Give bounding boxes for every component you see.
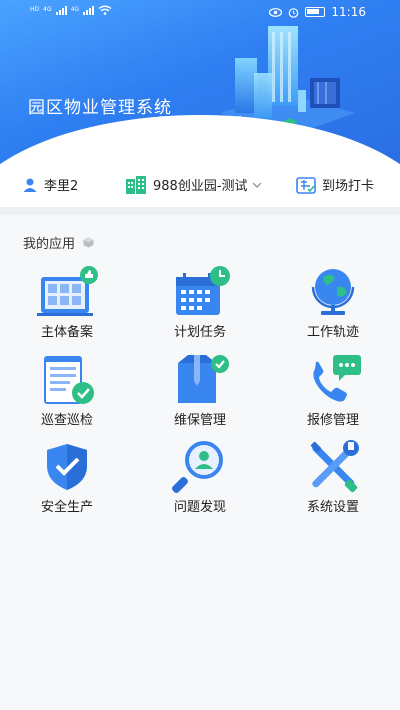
apps-section-header: 我的应用: [23, 233, 94, 252]
maintenance-box-icon: [178, 355, 229, 403]
app-label: 安全生产: [40, 500, 93, 515]
app-patrol-inspection[interactable]: 巡查巡检: [7, 353, 127, 433]
app-label: 工作轨迹: [306, 325, 359, 340]
battery-icon: [305, 7, 326, 17]
info-bar: 李里2 988创业园-测试 到场打卡: [0, 165, 400, 207]
calendar-clock-icon: [176, 266, 230, 315]
building-grid-icon: [37, 266, 98, 316]
user-name: 李里2: [44, 179, 79, 194]
app-safe-production[interactable]: 安全生产: [7, 440, 127, 520]
wifi-icon: [98, 5, 112, 15]
app-system-settings[interactable]: 系统设置: [273, 440, 393, 520]
signal2-icon: [83, 5, 95, 15]
app-label: 主体备案: [40, 325, 93, 340]
signal-icon: [55, 5, 67, 15]
app-repair-management[interactable]: 报修管理: [273, 353, 393, 433]
app-label: 问题发现: [173, 500, 226, 515]
shield-check-icon: [47, 444, 87, 490]
app-work-track[interactable]: 工作轨迹: [273, 265, 393, 345]
network2-label: 4G: [70, 6, 80, 13]
checklist-icon: [44, 356, 94, 404]
network1-label: 4G: [43, 6, 52, 13]
app-entity-filing[interactable]: 主体备案: [7, 265, 127, 345]
eye-icon: [269, 7, 283, 17]
check-in-button[interactable]: 到场打卡: [296, 175, 374, 194]
sim1-label: HD: [30, 6, 40, 13]
globe-icon: [311, 269, 355, 315]
app-maintenance[interactable]: 维保管理: [140, 353, 260, 433]
app-label: 维保管理: [173, 413, 226, 428]
section-divider: [0, 207, 400, 215]
phone-chat-icon: [313, 355, 361, 402]
building-icon: [126, 175, 146, 194]
tools-icon: [310, 440, 359, 493]
magnifier-person-icon: [172, 441, 223, 493]
app-label: 系统设置: [306, 500, 359, 515]
check-in-label: 到场打卡: [322, 179, 375, 194]
app-planned-tasks[interactable]: 计划任务: [140, 265, 260, 345]
status-right: 11:16: [269, 5, 366, 19]
status-signals: HD 4G 4G: [30, 5, 112, 15]
header-banner: HD 4G 4G 11:16 园区物业管理系统: [0, 0, 400, 165]
apps-section-title: 我的应用: [23, 237, 76, 252]
app-label: 计划任务: [173, 325, 226, 340]
status-time: 11:16: [331, 5, 366, 19]
park-name: 988创业园-测试: [153, 179, 248, 194]
alarm-icon: [289, 7, 299, 18]
app-label: 报修管理: [306, 413, 359, 428]
user-icon: [23, 178, 37, 192]
park-selector[interactable]: 988创业园-测试: [125, 175, 262, 194]
check-in-icon: [296, 176, 316, 194]
apps-panel: 我的应用 主体备案 计划任务 工作轨迹 巡查巡检 维保管理 报修管理 安全生产 …: [0, 215, 400, 710]
chevron-down-icon: [252, 182, 261, 188]
app-issue-discovery[interactable]: 问题发现: [140, 440, 260, 520]
app-label: 巡查巡检: [40, 413, 93, 428]
cube-icon: [83, 237, 94, 248]
app-title: 园区物业管理系统: [28, 98, 172, 118]
user-info[interactable]: 李里2: [22, 175, 78, 194]
